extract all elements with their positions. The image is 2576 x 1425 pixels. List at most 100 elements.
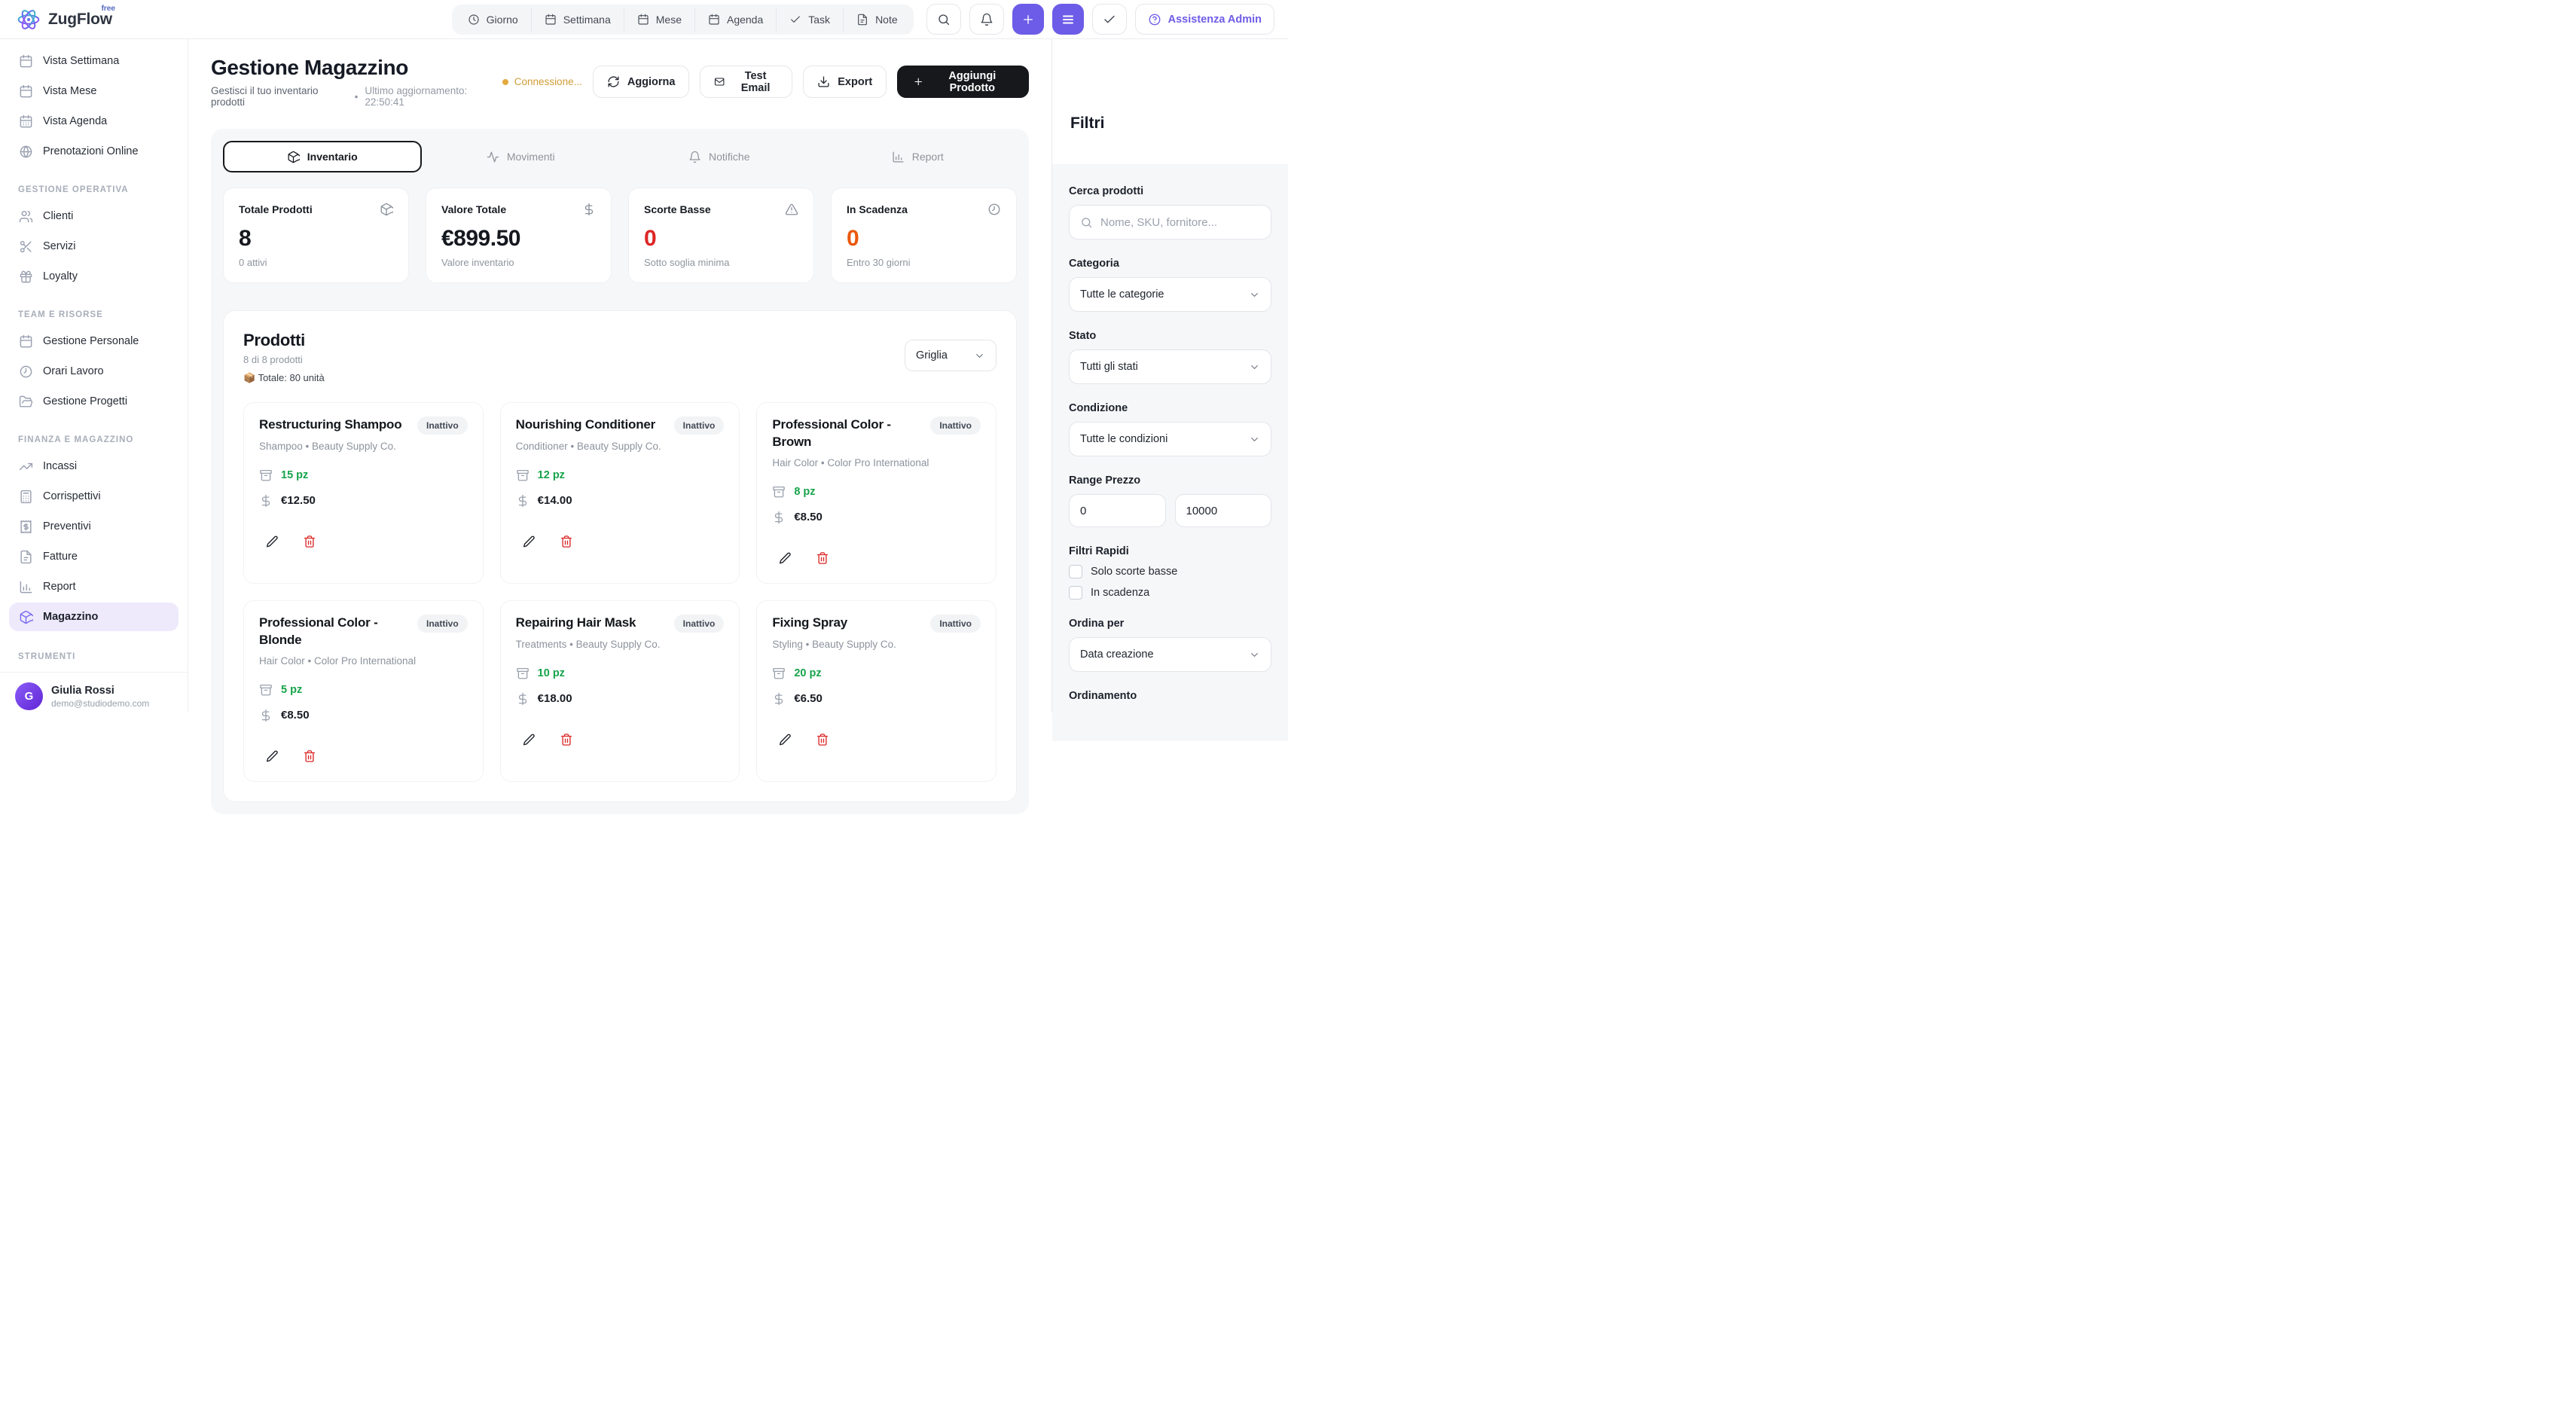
stat-valore-totale: Valore Totale €899.50 Valore inventario bbox=[426, 188, 612, 283]
search-label: Cerca prodotti bbox=[1069, 185, 1271, 197]
refresh-button[interactable]: Aggiorna bbox=[593, 66, 690, 98]
topnav-agenda[interactable]: Agenda bbox=[694, 8, 776, 32]
calendar-icon bbox=[19, 84, 33, 99]
sidebar-item-prenotazioni-online[interactable]: Prenotazioni Online bbox=[9, 137, 179, 166]
product-name: Nourishing Conditioner bbox=[516, 417, 655, 434]
topnav-mese[interactable]: Mese bbox=[624, 8, 694, 32]
add-button[interactable] bbox=[1012, 4, 1044, 35]
trash-icon bbox=[560, 535, 573, 548]
tab-notifiche[interactable]: Notifiche bbox=[620, 141, 819, 172]
menu-icon bbox=[1061, 13, 1075, 26]
stat-value: €899.50 bbox=[441, 226, 596, 252]
assist-admin-label: Assistenza Admin bbox=[1168, 14, 1262, 26]
stat-caption: Valore inventario bbox=[441, 257, 596, 268]
sidebar-item-gestione-progetti[interactable]: Gestione Progetti bbox=[9, 387, 179, 416]
edit-product-button[interactable] bbox=[516, 728, 542, 751]
topnav-settimana[interactable]: Settimana bbox=[531, 8, 624, 32]
tab-movimenti[interactable]: Movimenti bbox=[422, 141, 621, 172]
topnav-note[interactable]: Note bbox=[843, 8, 911, 32]
chevron-down-icon bbox=[1249, 434, 1260, 445]
pencil-icon bbox=[265, 535, 279, 548]
checkbox[interactable] bbox=[1069, 586, 1082, 600]
tasks-check-button[interactable] bbox=[1092, 4, 1127, 35]
price-max-input[interactable] bbox=[1175, 494, 1272, 527]
view-mode-select[interactable]: Griglia bbox=[905, 340, 997, 371]
add-product-button[interactable]: Aggiungi Prodotto bbox=[897, 66, 1029, 98]
edit-product-button[interactable] bbox=[772, 547, 798, 569]
condition-select[interactable]: Tutte le condizioni bbox=[1069, 422, 1271, 456]
category-select[interactable]: Tutte le categorie bbox=[1069, 277, 1271, 312]
edit-product-button[interactable] bbox=[259, 745, 285, 767]
sort-by-label: Ordina per bbox=[1069, 618, 1271, 630]
plus-icon bbox=[1021, 13, 1035, 26]
edit-product-button[interactable] bbox=[516, 530, 542, 553]
edit-product-button[interactable] bbox=[772, 728, 798, 751]
status-dot bbox=[502, 79, 508, 85]
product-name: Professional Color - Blonde bbox=[259, 615, 410, 649]
sidebar-item-vista-mese[interactable]: Vista Mese bbox=[9, 77, 179, 105]
product-price: €18.00 bbox=[538, 692, 572, 705]
tab-inventario[interactable]: Inventario bbox=[223, 141, 422, 172]
status-select[interactable]: Tutti gli stati bbox=[1069, 349, 1271, 384]
page-subtitle: Gestisci il tuo inventario prodotti • Ul… bbox=[211, 85, 502, 108]
delete-product-button[interactable] bbox=[810, 547, 835, 569]
tab-report[interactable]: Report bbox=[819, 141, 1018, 172]
condition-label: Condizione bbox=[1069, 402, 1271, 414]
export-button[interactable]: Export bbox=[803, 66, 887, 98]
sidebar-item-clienti[interactable]: Clienti bbox=[9, 202, 179, 230]
topnav-label: Note bbox=[875, 14, 898, 26]
sidebar-item-report[interactable]: Report bbox=[9, 572, 179, 601]
package-icon bbox=[19, 610, 33, 624]
sidebar-item-gestione-personale[interactable]: Gestione Personale bbox=[9, 327, 179, 355]
calendar-icon bbox=[708, 14, 720, 26]
sidebar-item-vista-settimana[interactable]: Vista Settimana bbox=[9, 47, 179, 75]
order-label: Ordinamento bbox=[1069, 690, 1271, 702]
search-input[interactable] bbox=[1100, 216, 1260, 229]
sidebar-item-servizi[interactable]: Servizi bbox=[9, 232, 179, 261]
user-profile[interactable]: G Giulia Rossi demo@studiodemo.com bbox=[0, 672, 188, 722]
assist-admin-button[interactable]: Assistenza Admin bbox=[1135, 4, 1274, 35]
topnav-task[interactable]: Task bbox=[776, 8, 843, 32]
topnav-giorno[interactable]: Giorno bbox=[455, 8, 531, 32]
test-email-button[interactable]: Test Email bbox=[700, 66, 792, 98]
delete-product-button[interactable] bbox=[297, 530, 322, 553]
status-label: Stato bbox=[1069, 330, 1271, 342]
checkbox[interactable] bbox=[1069, 565, 1082, 578]
product-card: Professional Color - Brown Inattivo Hair… bbox=[756, 402, 997, 584]
product-price: €12.50 bbox=[281, 494, 316, 507]
dollar-icon bbox=[516, 692, 530, 706]
menu-button[interactable] bbox=[1052, 4, 1084, 35]
calendar-icon bbox=[19, 54, 33, 69]
delete-product-button[interactable] bbox=[810, 728, 835, 751]
download-icon bbox=[817, 75, 830, 88]
clock-icon bbox=[987, 203, 1001, 216]
sort-by-select[interactable]: Data creazione bbox=[1069, 637, 1271, 672]
bell-icon bbox=[688, 151, 701, 163]
sidebar-item-preventivi[interactable]: Preventivi bbox=[9, 512, 179, 541]
price-min-input[interactable] bbox=[1069, 494, 1166, 527]
filter-in-scadenza[interactable]: In scadenza bbox=[1069, 586, 1271, 600]
sidebar-item-loyalty[interactable]: Loyalty bbox=[9, 262, 179, 291]
edit-product-button[interactable] bbox=[259, 530, 285, 553]
products-panel: Prodotti 8 di 8 prodotti 📦 Totale: 80 un… bbox=[223, 310, 1017, 802]
product-meta: Styling • Beauty Supply Co. bbox=[772, 637, 981, 653]
search-button[interactable] bbox=[926, 4, 961, 35]
stat-caption: 0 attivi bbox=[239, 257, 393, 268]
trash-icon bbox=[816, 733, 829, 746]
sidebar-item-fatture[interactable]: Fatture bbox=[9, 542, 179, 571]
sidebar-item-vista-agenda[interactable]: Vista Agenda bbox=[9, 107, 179, 136]
sidebar-item-orari-lavoro[interactable]: Orari Lavoro bbox=[9, 357, 179, 386]
delete-product-button[interactable] bbox=[297, 745, 322, 767]
sidebar-item-magazzino[interactable]: Magazzino bbox=[9, 603, 179, 631]
sidebar-item-corrispettivi[interactable]: Corrispettivi bbox=[9, 482, 179, 511]
delete-product-button[interactable] bbox=[554, 728, 579, 751]
chevron-down-icon bbox=[1249, 649, 1260, 661]
trash-icon bbox=[303, 749, 316, 763]
sidebar-item-incassi[interactable]: Incassi bbox=[9, 452, 179, 481]
filter-solo-scorte-basse[interactable]: Solo scorte basse bbox=[1069, 565, 1271, 578]
delete-product-button[interactable] bbox=[554, 530, 579, 553]
subtitle-text: Gestisci il tuo inventario prodotti bbox=[211, 85, 348, 108]
product-card: Repairing Hair Mask Inattivo Treatments … bbox=[500, 600, 740, 782]
globe-icon bbox=[19, 145, 33, 159]
notifications-button[interactable] bbox=[969, 4, 1004, 35]
